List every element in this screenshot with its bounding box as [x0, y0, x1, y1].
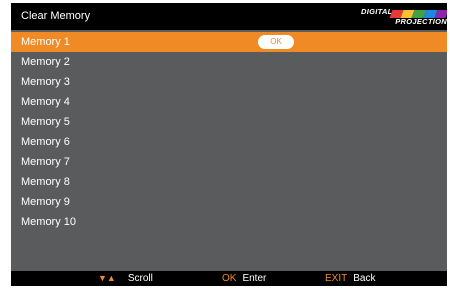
- memory-item-4[interactable]: Memory 4: [11, 92, 447, 112]
- memory-item-label: Memory 7: [21, 156, 70, 168]
- menu-title: Clear Memory: [21, 10, 91, 22]
- memory-item-label: Memory 5: [21, 116, 70, 128]
- osd-menu: Clear Memory DIGITAL PROJECTION Memory 1…: [11, 3, 447, 286]
- digital-projection-logo: DIGITAL PROJECTION: [361, 7, 447, 27]
- memory-item-3[interactable]: Memory 3: [11, 72, 447, 92]
- logo-text-digital: DIGITAL: [361, 7, 393, 16]
- logo-text-projection: PROJECTION: [395, 17, 447, 26]
- memory-item-label: Memory 1: [21, 36, 70, 48]
- ok-button[interactable]: OK: [258, 35, 294, 49]
- memory-item-9[interactable]: Memory 9: [11, 192, 447, 212]
- key-hint-bar: ▼▲ Scroll OK Enter EXIT Back: [11, 271, 447, 286]
- memory-item-5[interactable]: Memory 5: [11, 112, 447, 132]
- ok-key-label: OK: [222, 273, 237, 284]
- menu-header: Clear Memory DIGITAL PROJECTION: [11, 3, 447, 30]
- memory-item-label: Memory 8: [21, 176, 70, 188]
- back-hint: EXIT Back: [325, 273, 375, 284]
- memory-item-label: Memory 3: [21, 76, 70, 88]
- memory-item-label: Memory 9: [21, 196, 70, 208]
- memory-item-1[interactable]: Memory 1 OK: [11, 32, 447, 52]
- up-down-arrows-icon: ▼▲: [98, 273, 116, 283]
- memory-item-10[interactable]: Memory 10: [11, 212, 447, 232]
- memory-item-7[interactable]: Memory 7: [11, 152, 447, 172]
- memory-item-label: Memory 6: [21, 136, 70, 148]
- memory-item-label: Memory 4: [21, 96, 70, 108]
- scroll-label: Scroll: [127, 273, 153, 284]
- back-label: Back: [353, 273, 376, 284]
- enter-hint: OK Enter: [222, 273, 266, 284]
- enter-label: Enter: [242, 273, 267, 284]
- exit-key-label: EXIT: [325, 273, 348, 284]
- scroll-hint: ▼▲ Scroll: [98, 273, 153, 284]
- memory-item-8[interactable]: Memory 8: [11, 172, 447, 192]
- memory-item-label: Memory 10: [21, 216, 77, 228]
- memory-item-label: Memory 2: [21, 56, 70, 68]
- memory-list: Memory 1 OK Memory 2 Memory 3 Memory 4 M…: [11, 32, 447, 232]
- memory-item-6[interactable]: Memory 6: [11, 132, 447, 152]
- memory-item-2[interactable]: Memory 2: [11, 52, 447, 72]
